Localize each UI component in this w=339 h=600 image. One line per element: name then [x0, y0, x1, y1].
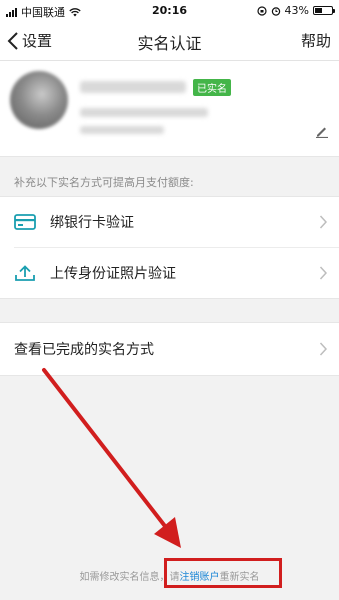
chevron-right-icon	[319, 266, 327, 280]
blurred-validity	[80, 126, 164, 134]
avatar	[10, 71, 68, 129]
completed-methods-group: 查看已完成的实名方式	[0, 322, 339, 376]
bank-card-verify-item[interactable]: 绑银行卡验证	[0, 197, 339, 247]
battery-percent: 43%	[284, 4, 309, 17]
list-item-label: 绑银行卡验证	[50, 215, 134, 231]
profile-card: 已实名	[0, 61, 339, 157]
chevron-right-icon	[319, 342, 327, 356]
help-button[interactable]: 帮助	[301, 30, 331, 51]
list-item-label: 上传身份证照片验证	[50, 266, 176, 282]
battery-icon	[313, 6, 335, 15]
blurred-name	[80, 81, 186, 93]
page-title: 实名认证	[137, 34, 202, 53]
blurred-id-number	[80, 108, 208, 117]
status-right: 43%	[256, 4, 335, 17]
upload-icon	[15, 265, 35, 281]
alarm-icon	[271, 6, 280, 16]
chevron-right-icon	[319, 215, 327, 229]
completed-methods-item[interactable]: 查看已完成的实名方式	[0, 323, 339, 375]
verified-badge: 已实名	[193, 79, 231, 96]
rotation-lock-icon	[256, 5, 267, 16]
annotation-highlight-box	[164, 558, 282, 588]
nav-bar: 设置 实名认证 帮助	[0, 22, 339, 61]
completed-methods-label: 查看已完成的实名方式	[14, 342, 154, 358]
id-photo-verify-item[interactable]: 上传身份证照片验证	[14, 247, 339, 298]
hint-text: 补充以下实名方式可提高月支付额度:	[14, 176, 194, 189]
verification-methods: 绑银行卡验证 上传身份证照片验证	[0, 196, 339, 299]
status-bar: 中国联通 20:16 43%	[0, 0, 339, 22]
bank-card-icon	[14, 214, 36, 230]
edit-icon[interactable]	[315, 124, 329, 138]
